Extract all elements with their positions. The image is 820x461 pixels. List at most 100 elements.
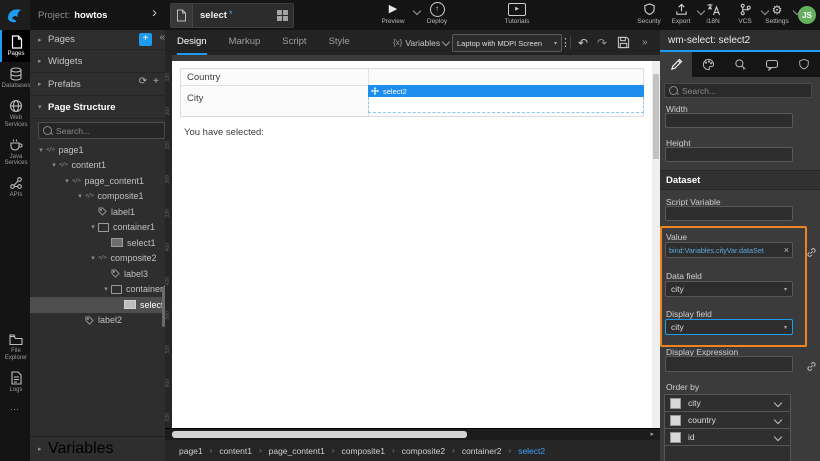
tutorials-button[interactable]: ▶ Tutorials [496,2,538,25]
expand-arrow-icon[interactable]: ▾ [62,177,72,185]
tab-styles[interactable] [692,52,724,77]
rail-item-databases[interactable]: Databases [0,62,30,94]
i18n-button[interactable]: i18N [698,2,728,25]
width-input[interactable] [665,113,793,128]
order-by-option-city[interactable]: city [665,395,790,412]
scroll-right-arrow-icon[interactable]: ▸ [650,430,654,438]
breadcrumb-item[interactable]: composite1 [342,446,385,456]
select2-widget[interactable]: select2 [368,85,644,113]
select2-dropdown-field[interactable] [368,97,644,113]
expand-arrow-icon[interactable]: ▾ [101,285,111,293]
tab-design[interactable]: Design [177,30,207,55]
undo-icon[interactable]: ↶ [578,30,588,55]
breadcrumb-item[interactable]: composite2 [402,446,445,456]
properties-search-input[interactable]: Search... [664,83,812,98]
settings-button[interactable]: ⚙ Settings [762,2,792,25]
tab-properties[interactable] [660,52,692,77]
tree-node-label1[interactable]: label1 [30,204,165,220]
chevron-down-icon[interactable] [774,433,782,441]
redo-icon[interactable]: ↷ [597,30,607,55]
bind-link-icon[interactable] [806,359,817,377]
section-page-structure[interactable]: ▾ Page Structure [30,96,165,119]
breadcrumb-item[interactable]: page_content1 [269,446,325,456]
tab-events[interactable] [724,52,756,77]
vcs-button[interactable]: VCS [730,2,760,25]
page-doc-icon [171,4,193,27]
section-pages[interactable]: ▸ Pages + « [30,30,165,50]
user-avatar[interactable]: JS [798,6,816,24]
tree-node-container2[interactable]: ▾ container2 [30,282,165,298]
expand-arrow-icon[interactable]: ▾ [75,192,85,200]
display-expression-input[interactable] [665,356,793,372]
bind-link-icon[interactable] [806,245,817,263]
rail-item-java-services[interactable]: Java Services [0,133,30,172]
tree-node-select2-selected[interactable]: select2 [30,297,165,313]
tree-node-label3[interactable]: label3 [30,266,165,282]
vertical-scrollbar-thumb[interactable] [653,74,659,159]
rail-item-web-services[interactable]: Web Services [0,94,30,133]
section-prefabs[interactable]: ▸ Prefabs ⟳ + [30,73,165,96]
tree-node-page-content1[interactable]: ▾ </> page_content1 [30,173,165,189]
rail-item-file-explorer[interactable]: File Explorer [0,328,30,366]
chevron-down-icon[interactable] [774,416,782,424]
script-variable-input[interactable] [665,206,793,221]
preview-button[interactable]: ▶ Preview [374,2,412,25]
select2-selection-bar[interactable]: select2 [368,85,644,97]
tree-node-select1[interactable]: select1 [30,235,165,251]
expand-arrow-icon[interactable]: ▾ [36,146,46,154]
canvas-vertical-scrollbar[interactable] [652,61,660,428]
tree-node-content1[interactable]: ▾ </> content1 [30,158,165,174]
clear-icon[interactable]: × [781,245,792,255]
tab-markup[interactable]: Markup [229,30,261,55]
deploy-button[interactable]: ↑ Deploy [420,2,454,25]
section-variables[interactable]: ▸ Variables [30,436,165,461]
save-icon[interactable] [617,30,630,55]
value-input[interactable]: bind:Variables.cityVar.dataSet × [665,242,793,258]
form-widget[interactable]: Country City select2 [180,68,644,117]
add-prefab-icon[interactable]: + [153,76,159,87]
add-page-button[interactable]: + [139,33,152,46]
display-field-select[interactable]: city ▾ [665,319,793,335]
expand-arrow-icon[interactable]: ▾ [49,161,59,169]
tree-search-input[interactable]: Search... [38,122,165,139]
chevron-down-icon[interactable] [774,399,782,407]
rail-item-logs[interactable]: Logs [0,366,30,398]
order-by-option-id[interactable]: id [665,429,790,446]
expand-panel-icon[interactable]: » [642,30,648,55]
pages-grid-icon[interactable] [277,10,288,21]
expand-arrow-icon[interactable]: ▾ [88,254,98,262]
expand-arrow-icon[interactable]: ▾ [88,223,98,231]
tab-script[interactable]: Script [282,30,306,55]
tree-node-container1[interactable]: ▾ container1 [30,220,165,236]
tree-node-composite1[interactable]: ▾ </> composite1 [30,189,165,205]
checkbox[interactable] [670,432,681,443]
breadcrumb-item[interactable]: page1 [179,446,203,456]
checkbox[interactable] [670,398,681,409]
order-by-option-country[interactable]: country [665,412,790,429]
breadcrumb-item[interactable]: container2 [462,446,502,456]
height-input[interactable] [665,147,793,162]
wavemaker-logo[interactable] [0,0,30,30]
tree-node-composite2[interactable]: ▾ </> composite2 [30,251,165,267]
device-selector[interactable]: Laptop with MDPI Screen ▾ [452,34,562,52]
tab-feedback[interactable] [756,52,788,77]
data-field-select[interactable]: city ▾ [665,281,793,297]
tree-node-label2[interactable]: label2 [30,313,165,329]
tab-style[interactable]: Style [329,30,350,55]
open-page-tab[interactable]: select * [170,3,294,28]
rail-item-pages[interactable]: Pages [0,30,30,62]
horizontal-scrollbar-thumb[interactable] [172,431,467,438]
tab-security[interactable] [788,52,820,77]
export-button[interactable]: Export [666,2,696,25]
breadcrumb-item-current[interactable]: select2 [518,446,545,456]
variables-dropdown[interactable]: {x} Variables [393,30,449,55]
container-icon [111,285,122,294]
tree-node-page1[interactable]: ▾ </> page1 [30,142,165,158]
rail-item-apis[interactable]: APIs [0,171,30,203]
breadcrumb-item[interactable]: content1 [219,446,252,456]
refresh-prefabs-icon[interactable]: ⟳ [139,76,147,87]
rail-more-icon[interactable]: ⋯ [0,398,30,461]
security-button[interactable]: Security [634,2,664,25]
section-widgets[interactable]: ▸ Widgets [30,50,165,73]
checkbox[interactable] [670,415,681,426]
